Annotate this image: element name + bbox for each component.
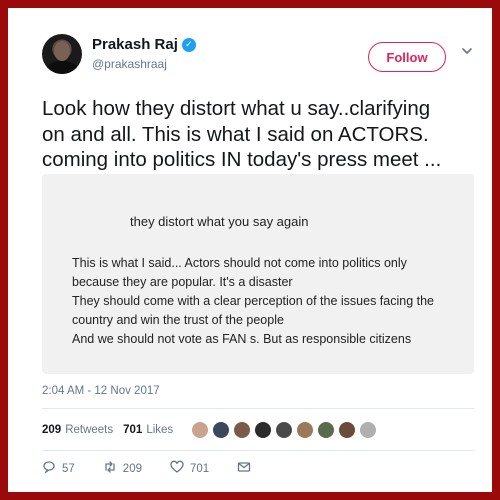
liker-avatar[interactable]	[275, 421, 294, 439]
tweet-line: on and all. This is what I said on ACTOR…	[42, 122, 429, 146]
direct-message-action[interactable]	[237, 460, 251, 477]
display-name[interactable]: Prakash Raj	[92, 36, 178, 53]
liker-avatars	[191, 421, 378, 439]
image-text-line: They should come with a clear perception…	[72, 294, 435, 308]
avatar-face	[54, 41, 70, 61]
tweet-header: Prakash Raj ✓ @prakashraaj Follow	[36, 30, 476, 86]
attached-image[interactable]: they distort what you say again This is …	[42, 174, 474, 374]
engagement-stats: 209 Retweets 701 Likes	[42, 416, 378, 444]
profile-avatar[interactable]	[42, 34, 82, 74]
heart-icon	[170, 460, 184, 477]
like-action[interactable]: 701	[170, 460, 209, 477]
image-text-line: country and win the trust of the people	[72, 313, 284, 327]
reply-action[interactable]: 57	[42, 460, 75, 477]
tweet-text: Look how they distort what u say..clarif…	[42, 96, 482, 173]
verified-badge-icon: ✓	[181, 37, 196, 52]
retweets-count[interactable]: 209	[42, 424, 61, 436]
page-frame: Prakash Raj ✓ @prakashraaj Follow Look h…	[0, 0, 500, 500]
tweet-line: Look how they distort what u say..clarif…	[42, 97, 431, 120]
liker-avatar[interactable]	[233, 421, 252, 439]
retweet-count: 209	[122, 462, 142, 475]
likes-count[interactable]: 701	[123, 424, 142, 436]
retweet-icon	[103, 460, 117, 477]
liker-avatar[interactable]	[254, 421, 273, 439]
liker-avatar[interactable]	[359, 421, 378, 439]
reply-count: 57	[62, 462, 75, 475]
envelope-icon	[237, 460, 251, 477]
image-text-line: This is what I said... Actors should not…	[72, 256, 407, 270]
liker-avatar[interactable]	[317, 421, 336, 439]
reply-icon	[42, 460, 56, 477]
image-text-line: And we should not vote as FAN s. But as …	[72, 332, 412, 346]
liker-avatar[interactable]	[212, 421, 231, 439]
retweets-label[interactable]: Retweets	[65, 424, 113, 436]
like-count: 701	[189, 462, 210, 475]
tweet-line: coming into politics IN today's press me…	[42, 148, 442, 171]
divider	[42, 408, 474, 409]
tweet-actions: 57 209 701	[42, 460, 279, 477]
avatar-body	[46, 61, 78, 74]
tweet-timestamp[interactable]: 2:04 AM - 12 Nov 2017	[42, 385, 160, 397]
image-heading: they distort what you say again	[130, 214, 309, 229]
liker-avatar[interactable]	[338, 421, 357, 439]
chevron-down-icon[interactable]	[460, 44, 474, 58]
retweet-action[interactable]: 209	[103, 460, 142, 477]
likes-label[interactable]: Likes	[146, 424, 173, 436]
follow-button[interactable]: Follow	[368, 42, 446, 72]
name-row: Prakash Raj ✓	[92, 36, 196, 53]
divider	[42, 450, 474, 451]
user-handle[interactable]: @prakashraaj	[92, 57, 167, 71]
image-text-line: because they are popular. It's a disaste…	[72, 275, 293, 289]
liker-avatar[interactable]	[296, 421, 315, 439]
liker-avatar[interactable]	[191, 421, 210, 439]
image-body-text: This is what I said... Actors should not…	[72, 254, 434, 349]
